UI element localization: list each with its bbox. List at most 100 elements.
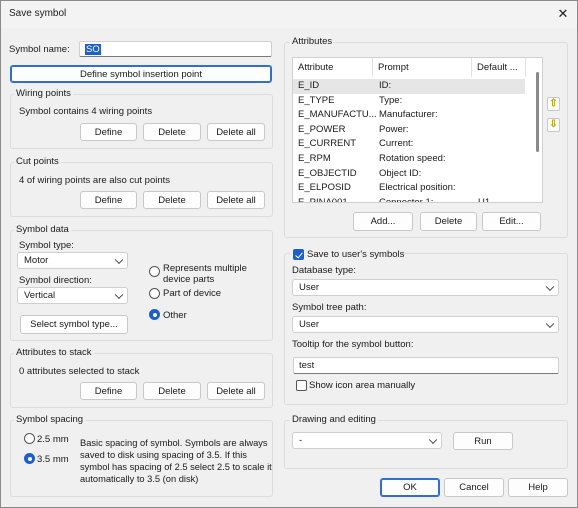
- attributes-list[interactable]: Attribute Prompt Default ... E_ID ID: E_TY…: [292, 57, 543, 203]
- attribute-cell: E_POWER: [298, 123, 346, 135]
- symbol-tree-path-label: Symbol tree path:: [292, 302, 367, 313]
- radio-multiple-label: Represents multiple device parts: [163, 263, 247, 285]
- move-down-icon[interactable]: ⇩: [547, 118, 560, 132]
- prompt-cell: Object ID:: [379, 167, 422, 179]
- scrollbar-thumb[interactable]: [536, 72, 539, 152]
- save-to-user-checkbox[interactable]: [293, 249, 304, 260]
- stack-delete-all-button[interactable]: Delete all: [207, 382, 265, 400]
- table-row[interactable]: E_RPM Rotation speed:: [293, 152, 525, 167]
- wiring-points-info: Symbol contains 4 wiring points: [19, 106, 153, 117]
- radio-other-label: Other: [163, 310, 187, 321]
- close-icon[interactable]: ✕: [552, 4, 574, 24]
- table-row[interactable]: E_CURRENT Current:: [293, 137, 525, 152]
- stack-delete-button[interactable]: Delete: [143, 382, 201, 400]
- symbol-type-label: Symbol type:: [19, 240, 74, 251]
- tooltip-label: Tooltip for the symbol button:: [292, 339, 414, 350]
- prompt-cell: Rotation speed:: [379, 153, 446, 164]
- radio-other[interactable]: [149, 309, 160, 320]
- default-cell: U1: [478, 196, 491, 203]
- attribute-cell: E_RPM: [298, 153, 331, 164]
- symbol-direction-value: Vertical: [24, 290, 56, 301]
- table-row[interactable]: E_POWER Power:: [293, 123, 525, 138]
- table-row[interactable]: E_TYPE Type:: [293, 94, 525, 109]
- cut-delete-all-button[interactable]: Delete all: [207, 191, 265, 209]
- drawing-editing-title: Drawing and editing: [290, 414, 378, 425]
- attr-edit-button[interactable]: Edit...: [482, 212, 541, 231]
- database-type-value: User: [299, 282, 320, 293]
- prompt-cell: Electrical position:: [379, 182, 456, 194]
- radio-spacing-3-5[interactable]: [24, 453, 35, 464]
- attribute-cell: E_TYPE: [298, 94, 335, 106]
- define-insertion-point-button[interactable]: Define symbol insertion point: [10, 65, 272, 83]
- column-header-attribute[interactable]: Attribute: [293, 58, 373, 77]
- select-symbol-type-button[interactable]: Select symbol type...: [20, 315, 128, 334]
- radio-multiple-label-line2: device parts: [163, 274, 215, 285]
- symbol-direction-select[interactable]: Vertical: [17, 287, 128, 304]
- symbol-tree-path-value: User: [299, 319, 320, 330]
- chevron-down-icon: [114, 255, 124, 264]
- attribute-cell: E_ID: [298, 80, 320, 91]
- wiring-delete-button[interactable]: Delete: [143, 123, 201, 141]
- table-row[interactable]: E_OBJECTID Object ID:: [293, 167, 525, 182]
- prompt-cell: Current:: [379, 138, 414, 150]
- show-icon-area-label: Show icon area manually: [309, 380, 416, 391]
- table-row[interactable]: E_MANUFACTU... Manufacturer:: [293, 108, 525, 123]
- database-type-label: Database type:: [292, 265, 356, 276]
- wiring-define-button[interactable]: Define: [80, 123, 137, 141]
- table-row[interactable]: E_ID ID:: [293, 79, 525, 94]
- ok-button[interactable]: OK: [380, 478, 440, 497]
- move-up-icon[interactable]: ⇧: [547, 97, 560, 111]
- column-header-default[interactable]: Default ...: [472, 58, 526, 77]
- cut-define-button[interactable]: Define: [80, 191, 137, 209]
- chevron-down-icon: [545, 319, 555, 328]
- radio-multiple-label-line1: Represents multiple: [163, 263, 247, 274]
- prompt-cell: Type:: [379, 94, 403, 106]
- cut-delete-button[interactable]: Delete: [143, 191, 201, 209]
- cut-points-info: 4 of wiring points are also cut points: [19, 175, 171, 186]
- attributes-scrollbar[interactable]: [533, 58, 542, 202]
- prompt-cell: ID:: [379, 80, 392, 91]
- symbol-name-input[interactable]: SO: [79, 41, 272, 57]
- attribute-cell: E_PINA001: [298, 196, 348, 203]
- attribute-cell: E_MANUFACTU...: [298, 109, 376, 121]
- drawing-editing-select[interactable]: -: [292, 432, 442, 449]
- run-button[interactable]: Run: [453, 432, 513, 450]
- chevron-down-icon: [545, 282, 555, 291]
- chevron-down-icon: [428, 435, 438, 444]
- cut-points-title: Cut points: [14, 156, 61, 167]
- symbol-type-select[interactable]: Motor: [17, 252, 128, 269]
- prompt-cell: Connector 1:: [379, 196, 434, 203]
- prompt-cell: Power:: [379, 123, 409, 135]
- spacing-description: Basic spacing of symbol. Symbols are alw…: [80, 438, 272, 484]
- table-row[interactable]: E_ELPOSID Electrical position:: [293, 181, 525, 196]
- symbol-direction-label: Symbol direction:: [19, 275, 92, 286]
- symbol-tree-path-select[interactable]: User: [292, 316, 559, 333]
- attribute-cell: E_ELPOSID: [298, 182, 351, 194]
- title-bar: [0, 0, 578, 28]
- window-title: Save symbol: [9, 8, 67, 19]
- tooltip-input[interactable]: test: [293, 357, 559, 374]
- help-button[interactable]: Help: [508, 478, 568, 497]
- attribute-cell: E_OBJECTID: [298, 167, 357, 179]
- drawing-editing-value: -: [299, 435, 303, 446]
- symbol-spacing-title: Symbol spacing: [14, 414, 86, 425]
- symbol-name-value: SO: [85, 43, 101, 55]
- radio-part-of-device[interactable]: [149, 288, 160, 299]
- wiring-delete-all-button[interactable]: Delete all: [207, 123, 265, 141]
- symbol-name-label: Symbol name:: [9, 44, 70, 55]
- attr-add-button[interactable]: Add...: [353, 212, 413, 231]
- attribute-cell: E_CURRENT: [298, 138, 357, 150]
- cancel-button[interactable]: Cancel: [444, 478, 504, 497]
- database-type-select[interactable]: User: [292, 279, 559, 296]
- spacing-2-5-label: 2.5 mm: [37, 434, 69, 445]
- wiring-points-title: Wiring points: [14, 88, 73, 99]
- prompt-cell: Manufacturer:: [379, 109, 438, 121]
- radio-spacing-2-5[interactable]: [24, 433, 35, 444]
- symbol-type-value: Motor: [24, 255, 49, 266]
- stack-define-button[interactable]: Define: [80, 382, 137, 400]
- show-icon-area-checkbox[interactable]: [296, 380, 307, 391]
- table-row[interactable]: E_PINA001 Connector 1: U1: [293, 196, 525, 203]
- column-header-prompt[interactable]: Prompt: [373, 58, 472, 77]
- radio-multiple-device-parts[interactable]: [149, 266, 160, 277]
- attr-delete-button[interactable]: Delete: [420, 212, 477, 231]
